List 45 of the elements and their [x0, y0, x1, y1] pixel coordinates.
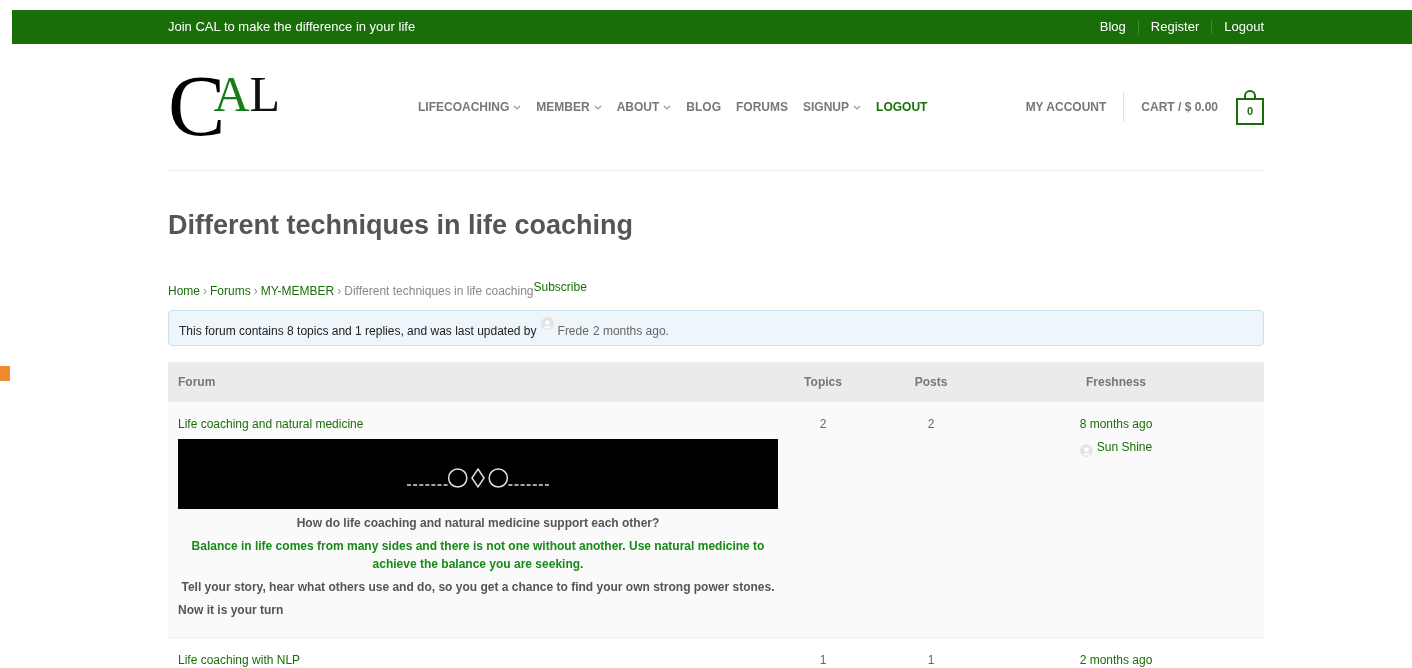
- freshness-link[interactable]: 8 months ago: [1079, 414, 1153, 433]
- column-header: Forum: [177, 373, 216, 391]
- freshness-link[interactable]: 2 months ago: [1079, 650, 1153, 668]
- avatar-icon: [540, 316, 554, 330]
- breadcrumb-separator: ›: [253, 282, 258, 300]
- subscribe-link[interactable]: Subscribe: [533, 277, 587, 296]
- forum-title-link[interactable]: Life coaching and natural medicine: [178, 416, 364, 431]
- forum-title-link[interactable]: Life coaching with NLP: [178, 652, 301, 667]
- nav-item[interactable]: FORUMS: [736, 98, 789, 116]
- author-link[interactable]: Sun Shine: [1096, 437, 1153, 456]
- topic-count: 1: [819, 651, 827, 668]
- forum-description: Now it is your turn: [178, 601, 285, 619]
- forum-description: How do life coaching and natural medicine support each other?: [295, 514, 661, 532]
- nav-item[interactable]: ABOUT: [616, 98, 672, 116]
- topic-count: 2: [819, 415, 827, 433]
- cart-link[interactable]: CART / $ 0.00: [1141, 98, 1218, 116]
- nav-item[interactable]: LOGOUT: [876, 98, 928, 116]
- my-account-link[interactable]: MY ACCOUNT: [1025, 98, 1107, 116]
- tagline: Join CAL to make the difference in your life: [168, 18, 416, 37]
- top-link[interactable]: Register: [1150, 17, 1200, 37]
- top-link[interactable]: Blog: [1099, 17, 1126, 37]
- nav-item[interactable]: BLOG: [686, 98, 722, 116]
- breadcrumb-separator: ›: [337, 282, 342, 300]
- breadcrumb-link[interactable]: Home: [168, 281, 200, 300]
- post-count: 1: [927, 651, 935, 668]
- corner-marker: [0, 366, 10, 381]
- page-title: Different techniques in life coaching: [168, 209, 635, 242]
- top-link[interactable]: Logout: [1224, 17, 1264, 37]
- breadcrumb-separator: ›: [203, 282, 207, 300]
- column-header: Posts: [914, 373, 948, 391]
- notice-user-link[interactable]: Frede: [557, 321, 589, 340]
- avatar-icon: [1079, 443, 1093, 457]
- column-header: Topics: [804, 373, 842, 391]
- forum-description: Tell your story, hear what others use and do, so you get a chance to find your own strong power stones.: [180, 578, 776, 596]
- nav-item[interactable]: LIFECOACHING: [418, 98, 522, 116]
- notice-time: 2 months ago.: [592, 322, 669, 340]
- notice-text: This forum contains 8 topics and 1 replies, and was last updated by: [179, 322, 537, 340]
- breadcrumb-link[interactable]: Forums: [210, 281, 251, 300]
- column-header: Freshness: [1086, 373, 1146, 391]
- nav-item[interactable]: SIGNUP: [803, 98, 862, 116]
- breadcrumb-link[interactable]: MY-MEMBER: [260, 281, 335, 300]
- breadcrumb-current: Different techniques in life coaching: [344, 282, 534, 300]
- post-count: 2: [927, 415, 935, 433]
- nav-item[interactable]: MEMBER: [536, 98, 602, 116]
- forum-description: Balance in life comes from many sides and there is not one without another. Use natural medicine to achieve the balance you are seeking.: [190, 537, 766, 573]
